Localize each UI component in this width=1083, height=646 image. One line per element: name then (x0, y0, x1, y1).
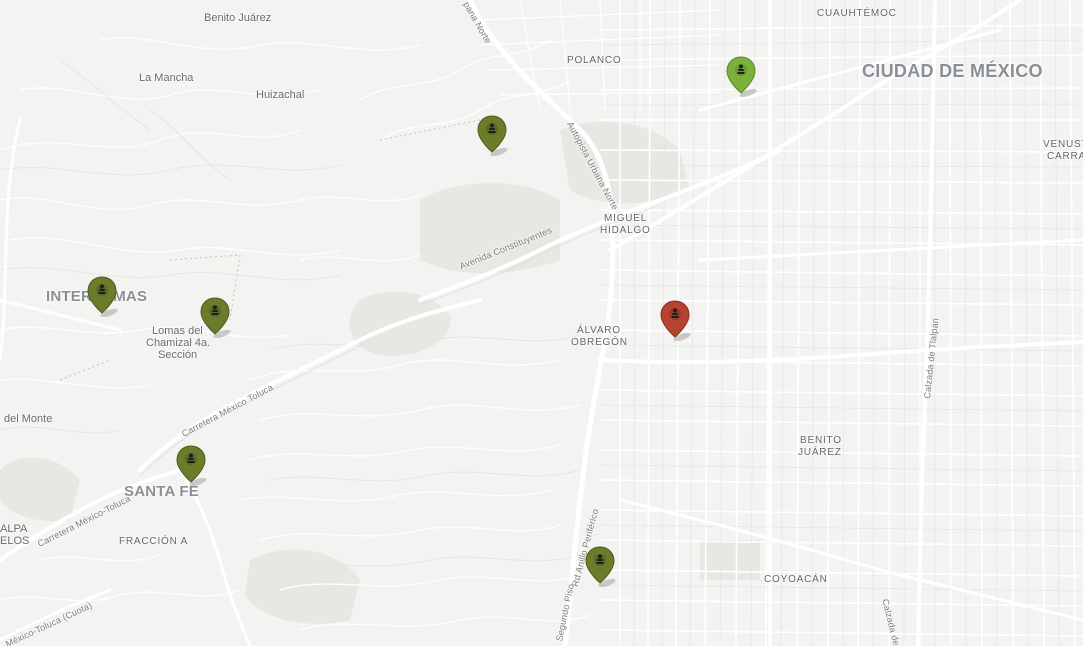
map-base-layer (0, 0, 1083, 646)
marker-pin-icon (477, 115, 508, 156)
map-marker-periferico[interactable] (585, 545, 616, 587)
borough-label-coyoacan: COYOACÁN (764, 574, 828, 585)
marker-pin-icon (660, 300, 691, 341)
borough-label-benito-juarez-line2: JUÁREZ (798, 447, 842, 458)
borough-label-venustiano-line1: VENUST (1043, 139, 1083, 150)
city-label-ciudad-de-mexico: CIUDAD DE MÉXICO (862, 61, 1043, 81)
marker-pin-icon (176, 445, 207, 486)
town-label-huizachal: Huizachal (256, 89, 305, 101)
marker-pin-icon (200, 297, 231, 338)
map-marker-lomas[interactable] (477, 114, 508, 156)
borough-label-miguel-hidalgo-line1: MIGUEL (604, 213, 648, 224)
borough-label-venustiano-line2: CARRA (1047, 151, 1083, 162)
borough-label-polanco: POLANCO (567, 55, 622, 66)
map-marker-chamizal[interactable] (200, 296, 231, 338)
borough-label-miguel-hidalgo-line2: HIDALGO (600, 225, 651, 236)
map-marker-polanco[interactable] (726, 55, 757, 97)
marker-pin-icon (585, 546, 616, 587)
marker-pin-icon (726, 56, 757, 97)
marker-pin-icon (87, 276, 118, 317)
neighborhood-label-fraccion-a: FRACCIÓN A (119, 536, 189, 547)
neighborhood-label-lomas-chamizal-line2: Chamizal 4a. (146, 337, 211, 349)
borough-label-benito-juarez-line1: BENITO (800, 435, 842, 446)
map-marker-selected[interactable] (660, 299, 691, 341)
town-label-la-mancha: La Mancha (139, 72, 194, 84)
park-areas (0, 121, 760, 624)
neighborhood-label-alpa-line1: ALPA (0, 523, 28, 535)
map-marker-interlomas[interactable] (87, 275, 118, 317)
town-label-benito-juarez: Benito Juárez (204, 12, 272, 24)
neighborhood-label-lomas-chamizal-line1: Lomas del (152, 325, 203, 337)
neighborhood-label-lomas-chamizal-line3: Sección (158, 349, 198, 361)
borough-label-alvaro-obregon-line1: ÁLVARO (577, 325, 621, 336)
borough-label-alvaro-obregon-line2: OBREGÓN (571, 337, 628, 348)
map-canvas[interactable]: CIUDAD DE MÉXICO CUAUHTÉMOC POLANCO MIGU… (0, 0, 1083, 646)
neighborhood-label-del-monte: del Monte (4, 413, 53, 425)
borough-label-cuauhtemoc: CUAUHTÉMOC (817, 8, 897, 19)
map-marker-santa-fe[interactable] (176, 444, 207, 486)
neighborhood-label-alpa-line2: ELOS (0, 535, 30, 547)
